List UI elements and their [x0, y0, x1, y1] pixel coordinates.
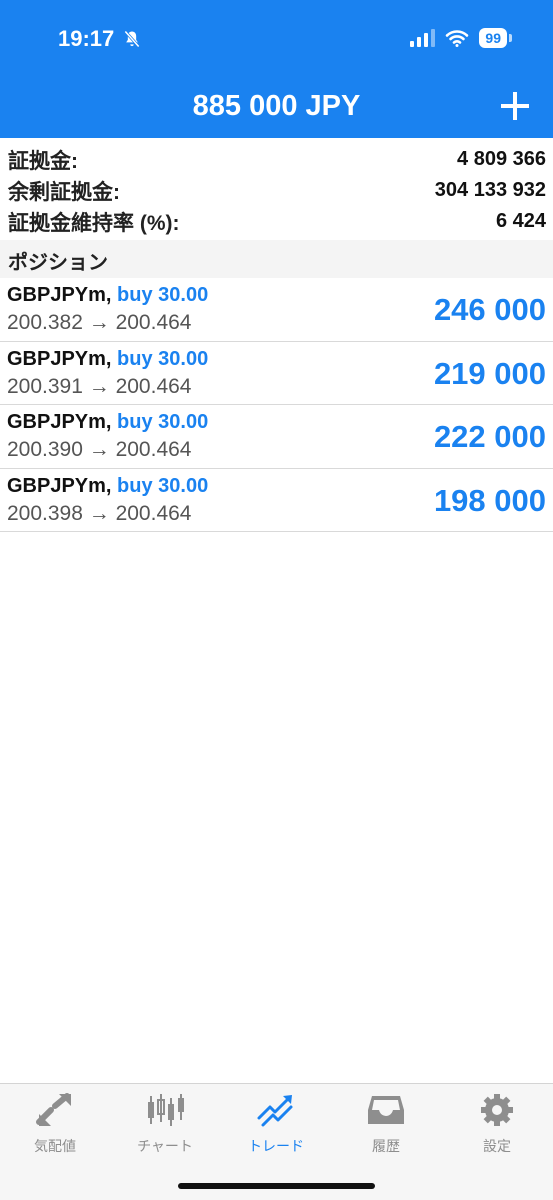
- summary-value: 304 133 932: [434, 179, 546, 201]
- tab-label: 履歴: [372, 1138, 400, 1154]
- position-row[interactable]: GBPJPYm, buy 30.00 200.391 → 200.464 219…: [0, 342, 553, 405]
- tab-label: トレード: [248, 1138, 304, 1154]
- bell-slash-icon: [124, 30, 141, 48]
- positions-list: GBPJPYm, buy 30.00 200.382 → 200.464 246…: [0, 278, 553, 532]
- status-time: 19:17: [58, 26, 115, 51]
- position-prices: 200.390 → 200.464: [7, 438, 192, 461]
- tab-history[interactable]: 履歴: [331, 1092, 441, 1154]
- position-prices: 200.382 → 200.464: [7, 311, 192, 334]
- position-row[interactable]: GBPJPYm, buy 30.00 200.390 → 200.464 222…: [0, 405, 553, 469]
- battery-icon: 99: [479, 28, 512, 48]
- settings-icon: [481, 1094, 513, 1126]
- tab-chart[interactable]: チャート: [110, 1092, 220, 1154]
- position-profit: 198 000: [433, 482, 546, 518]
- tab-quotes[interactable]: 気配値: [0, 1092, 110, 1154]
- quotes-icon: [36, 1093, 71, 1126]
- position-prices: 200.398 → 200.464: [7, 501, 192, 525]
- position-profit: 219 000: [433, 355, 546, 391]
- position-symbol: GBPJPYm,: [7, 474, 112, 497]
- summary-value: 4 809 366: [457, 148, 546, 170]
- home-indicator[interactable]: [178, 1183, 375, 1189]
- history-icon: [368, 1096, 404, 1124]
- chart-icon: [148, 1094, 184, 1126]
- position-symbol: GBPJPYm,: [7, 284, 112, 306]
- tab-settings[interactable]: 設定: [442, 1092, 552, 1154]
- summary-label: 余剰証拠金:: [8, 180, 120, 204]
- tab-bar: 気配値 チャート トレード 履歴 設定: [0, 1083, 553, 1200]
- position-side: buy 30.00: [117, 474, 209, 497]
- position-symbol-line: GBPJPYm, buy 30.00: [7, 475, 208, 498]
- position-row[interactable]: GBPJPYm, buy 30.00 200.398 → 200.464 198…: [0, 469, 553, 532]
- position-side: buy 30.00: [117, 284, 209, 306]
- plus-icon[interactable]: [499, 90, 531, 122]
- summary-row-margin-level: 証拠金維持率 (%): 6 424: [0, 206, 553, 237]
- tab-label: 設定: [483, 1138, 511, 1154]
- tab-trade[interactable]: トレード: [221, 1092, 331, 1154]
- position-side: buy 30.00: [117, 411, 209, 433]
- wifi-icon: [446, 30, 469, 47]
- tab-label: 気配値: [34, 1138, 76, 1154]
- tab-label: チャート: [137, 1138, 193, 1154]
- account-summary: 証拠金: 4 809 366 余剰証拠金: 304 133 932 証拠金維持率…: [0, 144, 553, 237]
- position-symbol-line: GBPJPYm, buy 30.00: [7, 348, 208, 371]
- position-symbol: GBPJPYm,: [7, 411, 112, 433]
- summary-row-free-margin: 余剰証拠金: 304 133 932: [0, 175, 553, 206]
- signal-icon: [410, 29, 436, 47]
- position-side: buy 30.00: [117, 347, 209, 370]
- summary-value: 6 424: [495, 210, 546, 232]
- position-profit: 246 000: [433, 292, 546, 327]
- nav-bar: 885 000 JPY: [0, 76, 553, 138]
- position-symbol-line: GBPJPYm, buy 30.00: [7, 284, 208, 307]
- status-time-group: 19:17: [58, 26, 142, 52]
- summary-label: 証拠金維持率 (%):: [8, 211, 180, 235]
- positions-section-header: ポジション: [0, 240, 553, 278]
- trade-icon: [257, 1095, 293, 1127]
- position-profit: 222 000: [433, 419, 546, 454]
- position-prices: 200.391 → 200.464: [7, 374, 192, 398]
- page-title: 885 000 JPY: [192, 90, 361, 122]
- summary-row-margin: 証拠金: 4 809 366: [0, 144, 553, 175]
- status-indicators: 99: [410, 28, 512, 48]
- position-row[interactable]: GBPJPYm, buy 30.00 200.382 → 200.464 246…: [0, 278, 553, 342]
- position-symbol-line: GBPJPYm, buy 30.00: [7, 411, 208, 434]
- summary-label: 証拠金:: [8, 149, 78, 173]
- status-bar: 19:17 99: [0, 0, 553, 76]
- position-symbol: GBPJPYm,: [7, 347, 112, 370]
